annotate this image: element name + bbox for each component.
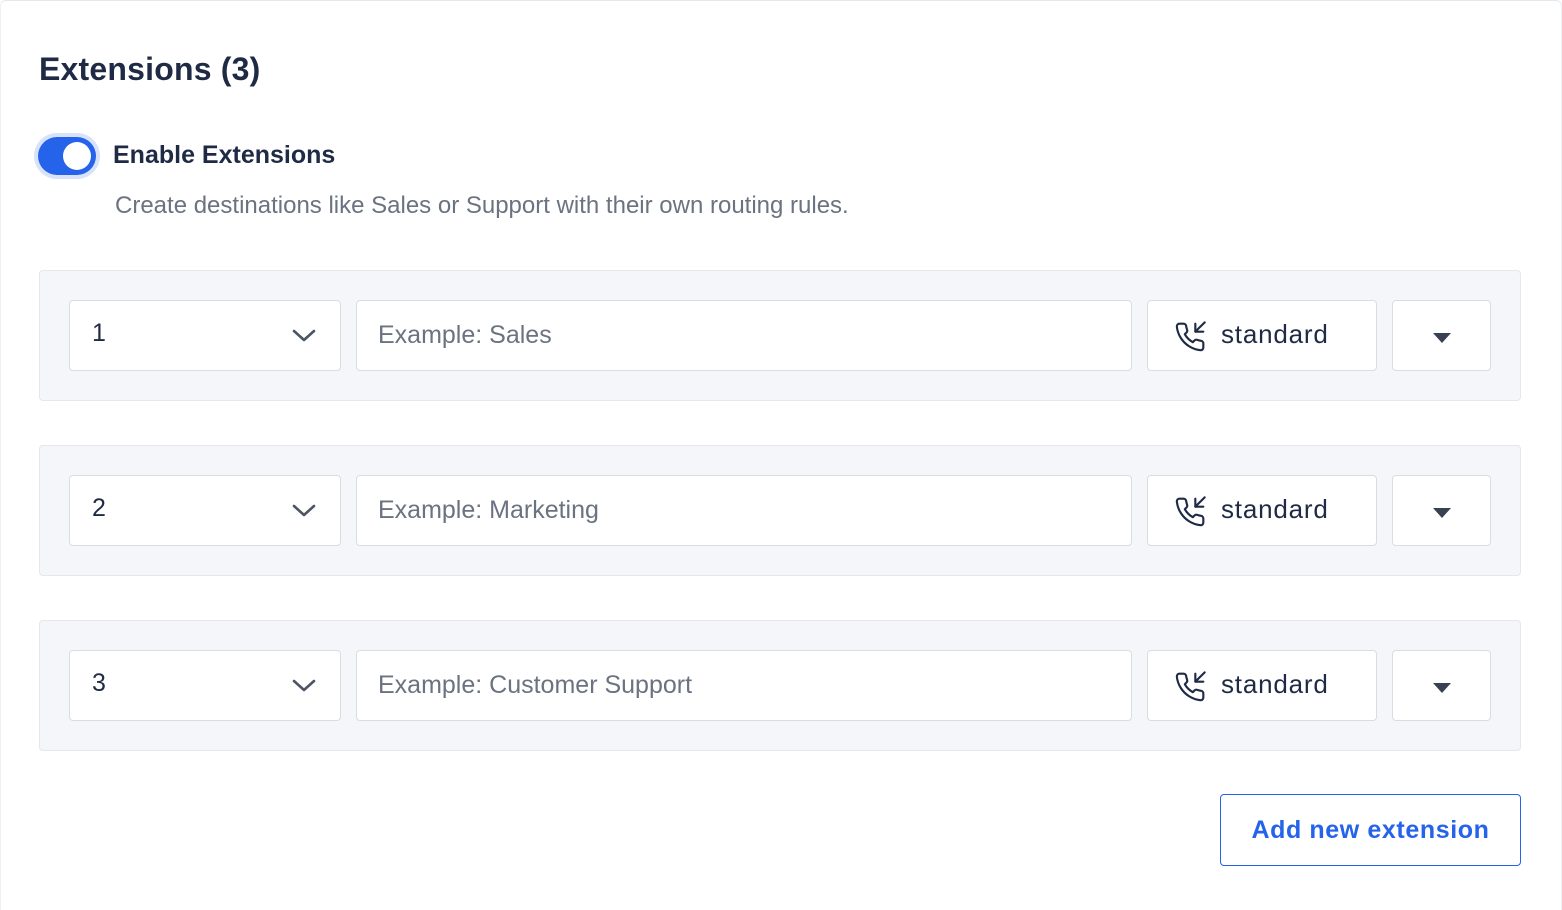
extension-number-select[interactable]: 3 <box>69 650 341 721</box>
toggle-knob <box>63 142 91 170</box>
incoming-call-icon <box>1175 496 1206 527</box>
extension-row-2: 2 standard <box>39 445 1521 576</box>
caret-down-icon <box>1433 683 1451 693</box>
enable-extensions-toggle[interactable] <box>38 137 96 175</box>
chevron-down-icon <box>292 329 316 342</box>
routing-type-button[interactable]: standard <box>1147 650 1377 721</box>
routing-type-label: standard <box>1221 319 1329 349</box>
extension-name-input[interactable] <box>356 300 1132 371</box>
caret-down-icon <box>1433 508 1451 518</box>
extension-number-value: 3 <box>92 669 106 697</box>
extensions-panel: Extensions (3) Enable Extensions Create … <box>0 0 1562 910</box>
helper-text: Create destinations like Sales or Suppor… <box>115 192 849 219</box>
extension-number-select[interactable]: 2 <box>69 475 341 546</box>
extension-number-value: 1 <box>92 319 106 347</box>
row-menu-button[interactable] <box>1392 650 1491 721</box>
extension-number-value: 2 <box>92 494 106 522</box>
row-menu-button[interactable] <box>1392 475 1491 546</box>
incoming-call-icon <box>1175 671 1206 702</box>
routing-type-label: standard <box>1221 669 1329 699</box>
routing-type-label: standard <box>1221 494 1329 524</box>
extension-number-select[interactable]: 1 <box>69 300 341 371</box>
extension-name-input[interactable] <box>356 650 1132 721</box>
routing-type-button[interactable]: standard <box>1147 475 1377 546</box>
incoming-call-icon <box>1175 321 1206 352</box>
extension-name-input[interactable] <box>356 475 1132 546</box>
routing-type-button[interactable]: standard <box>1147 300 1377 371</box>
chevron-down-icon <box>292 504 316 517</box>
caret-down-icon <box>1433 333 1451 343</box>
toggle-label: Enable Extensions <box>113 141 336 169</box>
extension-row-3: 3 standard <box>39 620 1521 751</box>
extension-row-1: 1 standard <box>39 270 1521 401</box>
add-extension-button[interactable]: Add new extension <box>1220 794 1521 866</box>
chevron-down-icon <box>292 679 316 692</box>
section-title: Extensions (3) <box>39 51 261 87</box>
row-menu-button[interactable] <box>1392 300 1491 371</box>
